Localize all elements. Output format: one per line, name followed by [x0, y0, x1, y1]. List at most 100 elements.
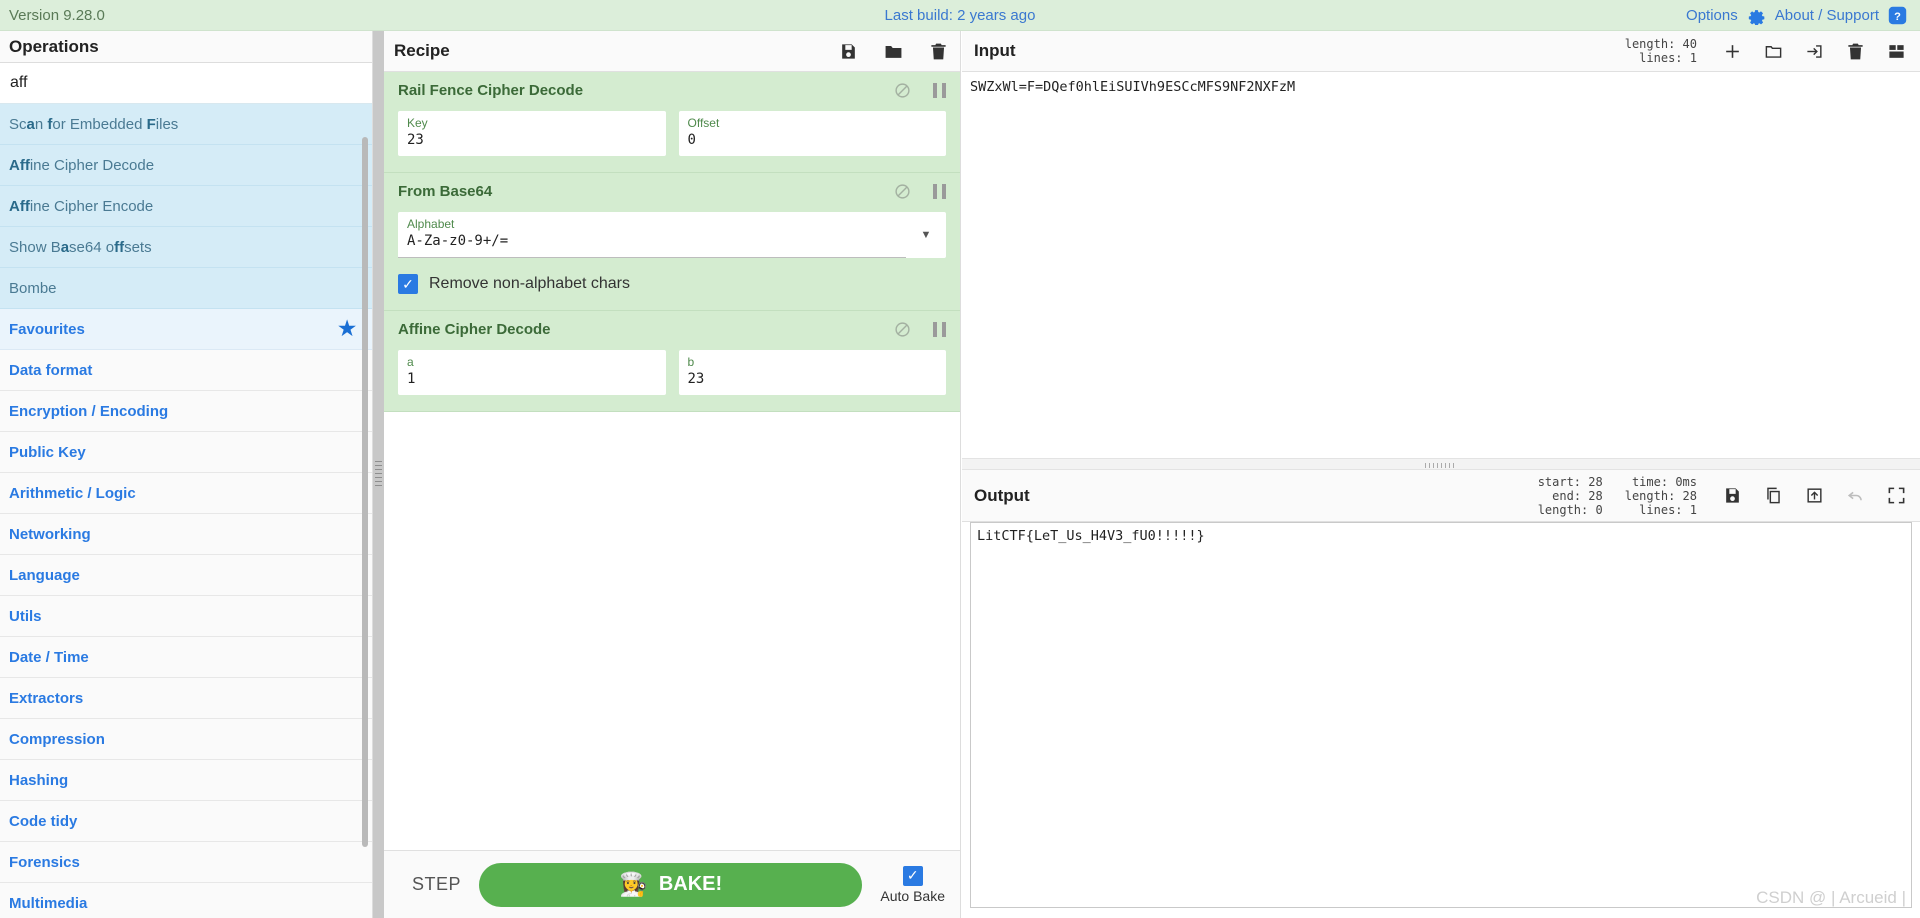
question-mark-icon[interactable]: ?: [1888, 6, 1907, 25]
search-input[interactable]: [0, 63, 372, 104]
category-public-key[interactable]: Public Key: [0, 432, 372, 473]
category-date-time[interactable]: Date / Time: [0, 637, 372, 678]
category-language[interactable]: Language: [0, 555, 372, 596]
open-folder-icon[interactable]: [1764, 42, 1783, 61]
step-button[interactable]: STEP: [394, 874, 479, 895]
operation-name: Affine Cipher Decode: [398, 321, 551, 338]
output-title: Output: [974, 485, 1030, 505]
trash-icon[interactable]: [929, 42, 948, 61]
last-build-label[interactable]: Last build: 2 years ago: [885, 7, 1036, 24]
save-output-icon[interactable]: [1723, 486, 1742, 505]
category-multimedia[interactable]: Multimedia: [0, 883, 372, 918]
argument-a[interactable]: a 1: [398, 350, 666, 395]
output-lines-value: 1: [1689, 502, 1697, 517]
save-icon[interactable]: [839, 42, 858, 61]
category-hashing[interactable]: Hashing: [0, 760, 372, 801]
search-result-affine-cipher-decode[interactable]: Affine Cipher Decode: [0, 145, 372, 186]
argument-label: Alphabet: [407, 217, 455, 231]
category-label: Favourites: [9, 320, 85, 338]
output-length-value: 28: [1682, 488, 1697, 503]
pause-operation-icon[interactable]: [933, 83, 946, 98]
category-arithmetic-logic[interactable]: Arithmetic / Logic: [0, 473, 372, 514]
chef-icon: 👩‍🍳: [619, 871, 648, 897]
category-networking[interactable]: Networking: [0, 514, 372, 555]
disable-operation-icon[interactable]: [894, 321, 911, 338]
recipe-operation-affine-cipher-decode[interactable]: Affine Cipher Decode a 1 b 23: [384, 311, 960, 412]
recipe-operation-list: Rail Fence Cipher Decode Key 23 Offset 0…: [384, 72, 960, 412]
operations-title: Operations: [0, 31, 372, 63]
argument-offset[interactable]: Offset 0: [678, 111, 946, 156]
chevron-down-icon[interactable]: ▼: [906, 212, 946, 258]
argument-b[interactable]: b 23: [678, 350, 946, 395]
argument-value[interactable]: 23: [407, 131, 657, 149]
cyberchef-app: Version 9.28.0 Last build: 2 years ago O…: [0, 0, 1920, 918]
banner-actions: Options About / Support ?: [1686, 6, 1920, 25]
add-tab-icon[interactable]: [1723, 42, 1742, 61]
output-end-value: 28: [1588, 488, 1603, 503]
options-link[interactable]: Options: [1686, 7, 1738, 24]
disable-operation-icon[interactable]: [894, 82, 911, 99]
operations-scrollbar[interactable]: [362, 137, 368, 847]
pause-operation-icon[interactable]: [933, 184, 946, 199]
category-label: Forensics: [9, 853, 80, 871]
argument-value[interactable]: 1: [407, 370, 657, 388]
category-label: Encryption / Encoding: [9, 402, 169, 420]
output-actions: [1723, 486, 1906, 505]
splitter-grip: [375, 461, 382, 489]
about-support-link[interactable]: About / Support: [1775, 7, 1879, 24]
argument-value[interactable]: 23: [688, 370, 938, 388]
search-result-affine-cipher-encode[interactable]: Affine Cipher Encode: [0, 186, 372, 227]
category-compression[interactable]: Compression: [0, 719, 372, 760]
output-time-value: 0ms: [1675, 474, 1697, 489]
category-data-format[interactable]: Data format: [0, 350, 372, 391]
output-end-key: end:: [1552, 488, 1582, 503]
argument-label: Offset: [687, 116, 720, 130]
search-result-scan-for-embedded-files[interactable]: Scan for Embedded Files: [0, 104, 372, 145]
recipe-operation-from-base64[interactable]: From Base64 Alphabet A-Za-z0-9+/= ▼ ✓ Re…: [384, 173, 960, 311]
open-as-input-icon[interactable]: [1805, 42, 1824, 61]
argument-remove-non-alphabet-chars[interactable]: ✓ Remove non-alphabet chars: [398, 274, 946, 294]
output-textarea[interactable]: LitCTF{LeT_Us_H4V3_fU0!!!!!}: [970, 522, 1912, 908]
argument-key[interactable]: Key 23: [398, 111, 666, 156]
maximise-icon[interactable]: [1887, 486, 1906, 505]
clear-io-icon[interactable]: [1846, 42, 1865, 61]
auto-bake-toggle[interactable]: ✓ Auto Bake: [880, 865, 945, 904]
copy-output-icon[interactable]: [1764, 486, 1783, 505]
output-time-key: time:: [1631, 474, 1669, 489]
replace-input-icon[interactable]: [1805, 486, 1824, 505]
category-label: Compression: [9, 730, 105, 748]
category-encryption-encoding[interactable]: Encryption / Encoding: [0, 391, 372, 432]
category-forensics[interactable]: Forensics: [0, 842, 372, 883]
category-label: Code tidy: [9, 812, 78, 830]
search-result-bombe[interactable]: Bombe: [0, 268, 372, 309]
search-result-show-base64-offsets[interactable]: Show Base64 offsets: [0, 227, 372, 268]
checkbox[interactable]: ✓: [902, 865, 923, 886]
argument-alphabet[interactable]: Alphabet A-Za-z0-9+/= ▼: [398, 212, 946, 258]
category-favourites[interactable]: Favourites ★: [0, 309, 372, 350]
input-lines: lines: 1: [1639, 51, 1697, 65]
gear-icon[interactable]: [1747, 6, 1766, 25]
category-label: Utils: [9, 607, 42, 625]
top-banner: Version 9.28.0 Last build: 2 years ago O…: [0, 0, 1920, 31]
category-label: Multimedia: [9, 894, 88, 912]
star-icon: ★: [338, 318, 356, 340]
folder-icon[interactable]: [884, 42, 903, 61]
input-title: Input: [974, 41, 1016, 60]
category-extractors[interactable]: Extractors: [0, 678, 372, 719]
reset-layout-icon[interactable]: [1887, 42, 1906, 61]
category-utils[interactable]: Utils: [0, 596, 372, 637]
pause-operation-icon[interactable]: [933, 322, 946, 337]
io-splitter-horizontal[interactable]: [962, 458, 1920, 470]
disable-operation-icon[interactable]: [894, 183, 911, 200]
bake-button[interactable]: 👩‍🍳 BAKE!: [479, 862, 863, 907]
checkbox[interactable]: ✓: [398, 274, 418, 294]
argument-value[interactable]: A-Za-z0-9+/=: [407, 232, 897, 250]
input-meta: length: 40 lines: 1: [1625, 37, 1697, 65]
undo-icon[interactable]: [1846, 486, 1865, 505]
panel-splitter-vertical[interactable]: [373, 31, 384, 918]
argument-value[interactable]: 0: [688, 131, 938, 149]
category-code-tidy[interactable]: Code tidy: [0, 801, 372, 842]
output-start-value: 28: [1588, 474, 1603, 489]
input-textarea[interactable]: SWZxWl=F=DQef0hlEiSUIVh9ESCcMFS9NF2NXFzM: [962, 72, 1920, 458]
recipe-operation-rail-fence-cipher-decode[interactable]: Rail Fence Cipher Decode Key 23 Offset 0: [384, 72, 960, 173]
